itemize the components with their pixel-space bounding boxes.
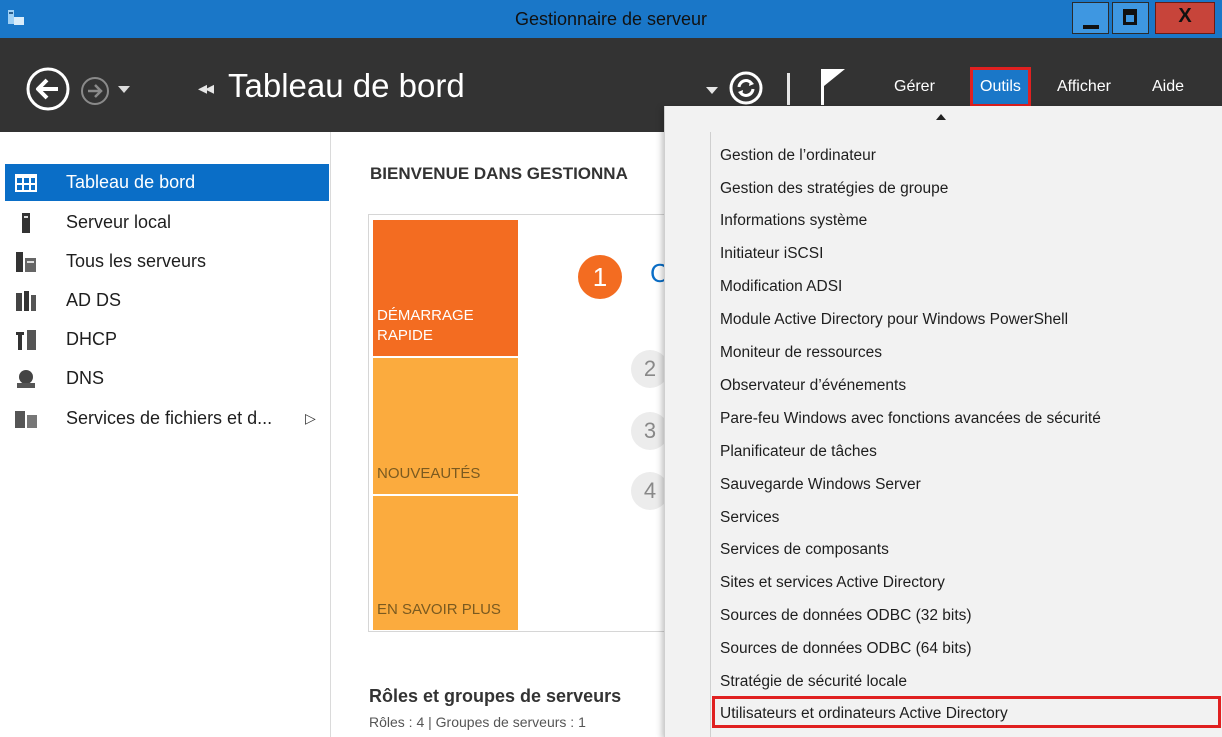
roles-stats: Rôles : 4 | Groupes de serveurs : 1 [369, 714, 586, 730]
sidebar-item-label: AD DS [66, 290, 122, 310]
menu-item-pare-feu[interactable]: Pare-feu Windows avec fonctions avancées… [720, 403, 1101, 435]
sidebar-item-label: DHCP [66, 329, 118, 349]
sidebar: Tableau de bord Serveur local Tous les s… [0, 132, 331, 737]
menu-item-module-ad-powershell[interactable]: Module Active Directory pour Windows Pow… [720, 304, 1068, 336]
sidebar-item-label: Serveur local [66, 212, 172, 232]
menu-item-utilisateurs-ordinateurs-ad[interactable]: Utilisateurs et ordinateurs Active Direc… [720, 698, 1008, 730]
dhcp-icon [16, 330, 36, 350]
sidebar-item-services-de-fichiers[interactable]: Services de fichiers et d... ▷ [5, 400, 329, 437]
dashboard-icon [15, 174, 37, 192]
menu-item-planificateur-taches[interactable]: Planificateur de tâches [720, 436, 877, 468]
menu-item-sauvegarde-windows-server[interactable]: Sauvegarde Windows Server [720, 469, 921, 501]
minimize-icon [1083, 25, 1099, 29]
sidebar-item-dns[interactable]: DNS [5, 360, 329, 397]
menu-gerer[interactable]: Gérer [894, 78, 935, 96]
sidebar-item-dhcp[interactable]: DHCP [5, 321, 329, 358]
menu-item-odbc-32[interactable]: Sources de données ODBC (32 bits) [720, 600, 972, 632]
close-icon: X [1178, 5, 1192, 27]
roles-section-title: Rôles et groupes de serveurs [369, 686, 622, 706]
tile-nouveautes[interactable]: NOUVEAUTÉS [373, 358, 518, 494]
tile-demarrage-rapide[interactable]: DÉMARRAGE RAPIDE [373, 220, 518, 356]
menu-item-services-composants[interactable]: Services de composants [720, 534, 889, 566]
sidebar-item-label: Services de fichiers et d... [66, 408, 273, 428]
quick-start-panel: DÉMARRAGE RAPIDE NOUVEAUTÉS EN SAVOIR PL… [368, 214, 668, 632]
menu-afficher[interactable]: Afficher [1057, 78, 1111, 96]
file-services-icon [15, 411, 37, 428]
nav-history-dropdown-icon[interactable] [118, 86, 130, 93]
menu-item-modification-adsi[interactable]: Modification ADSI [720, 271, 842, 303]
tile-label: EN SAVOIR PLUS [377, 601, 501, 618]
menu-item-observateur-evenements[interactable]: Observateur d’événements [720, 370, 906, 402]
menu-item-strategie-securite-locale[interactable]: Stratégie de sécurité locale [720, 666, 907, 698]
tile-label: NOUVEAUTÉS [377, 465, 481, 482]
menu-divider [710, 132, 711, 737]
menu-outils[interactable]: Outils [970, 67, 1031, 107]
menu-item-moniteur-ressources[interactable]: Moniteur de ressources [720, 337, 882, 369]
minimize-button[interactable] [1072, 2, 1109, 34]
menu-item-odbc-64[interactable]: Sources de données ODBC (64 bits) [720, 633, 972, 665]
menu-item-initiateur-iscsi[interactable]: Initiateur iSCSI [720, 238, 823, 270]
dns-icon [17, 370, 35, 388]
sidebar-item-tous-les-serveurs[interactable]: Tous les serveurs [5, 243, 329, 280]
sidebar-item-serveur-local[interactable]: Serveur local [5, 204, 329, 241]
servers-icon [16, 252, 36, 272]
menu-item-gestion-strategies-groupe[interactable]: Gestion des stratégies de groupe [720, 173, 948, 205]
page-title: Tableau de bord [228, 67, 465, 104]
maximize-button[interactable] [1112, 2, 1149, 34]
expand-arrow-icon[interactable]: ▷ [305, 410, 316, 427]
back-button[interactable] [25, 66, 71, 112]
tools-dropdown-menu: Gestion de l’ordinateur Gestion des stra… [664, 106, 1222, 737]
header-dropdown-icon[interactable] [706, 87, 718, 94]
step-1-badge: 1 [578, 255, 622, 299]
menu-item-services[interactable]: Services [720, 502, 779, 534]
tile-en-savoir-plus[interactable]: EN SAVOIR PLUS [373, 496, 518, 630]
welcome-title: BIENVENUE DANS GESTIONNA [370, 164, 628, 183]
refresh-button[interactable] [728, 70, 764, 106]
sidebar-item-ad-ds[interactable]: AD DS [5, 282, 329, 319]
sidebar-item-label: Tous les serveurs [66, 251, 207, 271]
title-bar: Gestionnaire de serveur X [0, 0, 1222, 39]
tile-label: DÉMARRAGE RAPIDE [377, 307, 474, 344]
sidebar-item-label: Tableau de bord [66, 172, 196, 192]
menu-aide[interactable]: Aide [1152, 78, 1184, 96]
close-button[interactable]: X [1155, 2, 1215, 34]
adds-icon [16, 291, 36, 311]
window-title: Gestionnaire de serveur [514, 9, 708, 29]
forward-button[interactable] [80, 76, 110, 106]
scroll-up-icon[interactable] [936, 114, 946, 120]
sidebar-item-label: DNS [66, 368, 105, 388]
server-icon [22, 213, 30, 233]
menu-item-gestion-ordinateur[interactable]: Gestion de l’ordinateur [720, 140, 876, 172]
sidebar-item-tableau-de-bord[interactable]: Tableau de bord [5, 164, 329, 201]
header-separator [787, 73, 790, 105]
menu-item-sites-services-ad[interactable]: Sites et services Active Directory [720, 567, 945, 599]
menu-item-informations-systeme[interactable]: Informations système [720, 205, 867, 237]
breadcrumb-arrows-icon[interactable]: ◂◂ [198, 78, 214, 99]
notifications-flag-icon[interactable] [815, 66, 851, 106]
restore-icon [1123, 9, 1137, 25]
